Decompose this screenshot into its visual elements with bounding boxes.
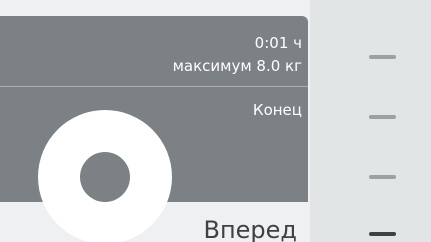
program-dial[interactable] bbox=[38, 110, 172, 242]
forward-button[interactable]: Вперед bbox=[203, 216, 297, 242]
level-indicator-1[interactable] bbox=[369, 55, 396, 59]
level-indicator-2[interactable] bbox=[369, 115, 396, 119]
dial-center bbox=[80, 152, 130, 202]
level-sidebar bbox=[310, 0, 431, 242]
panel-divider bbox=[0, 86, 308, 87]
remaining-time: 0:01 ч bbox=[254, 34, 302, 52]
washer-screen: 0:01 ч максимум 8.0 кг Конец Вперед bbox=[0, 0, 431, 242]
program-end-label: Конец bbox=[252, 101, 302, 119]
max-load: максимум 8.0 кг bbox=[172, 57, 302, 75]
level-indicator-4[interactable] bbox=[369, 232, 396, 236]
top-strip bbox=[0, 0, 310, 16]
level-indicator-3[interactable] bbox=[369, 175, 396, 179]
